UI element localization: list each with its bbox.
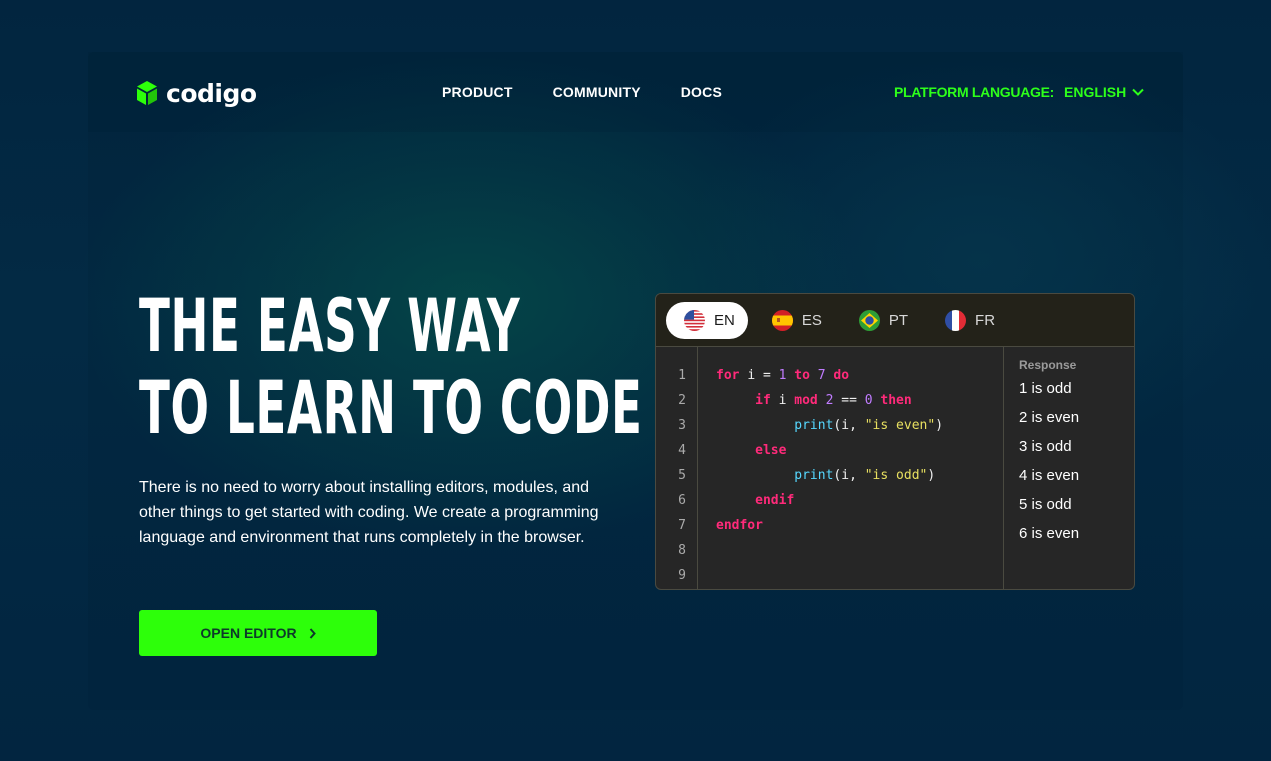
line-number: 5 — [678, 468, 686, 483]
code-line: print(i, "is even") — [794, 418, 944, 433]
code-line: else — [755, 443, 787, 458]
platform-language-label: PLATFORM LANGUAGE: — [894, 84, 1054, 100]
platform-language-dropdown[interactable]: ENGLISH — [1064, 84, 1144, 100]
hero-title-line-2: TO LEARN TO CODE — [139, 366, 643, 451]
us-flag-icon — [684, 309, 705, 331]
tab-pt-label: PT — [888, 311, 909, 329]
platform-language-value: ENGLISH — [1064, 84, 1127, 100]
code-line: endfor — [716, 518, 763, 533]
line-number: 9 — [678, 568, 686, 583]
response-line: 5 is odd — [1019, 496, 1072, 513]
line-number: 8 — [678, 543, 686, 558]
response-panel: Response 1 is odd 2 is even 3 is odd 4 i… — [1004, 347, 1134, 589]
nav-product[interactable]: PRODUCT — [442, 84, 513, 100]
chevron-down-icon — [1132, 88, 1144, 96]
tab-fr-label: FR — [975, 311, 996, 329]
brand-name: codigo — [166, 78, 257, 108]
tab-en[interactable]: EN — [666, 301, 748, 339]
code-area[interactable]: for i = 1 to 7 do if i mod 2 == 0 then p… — [698, 347, 1004, 589]
tab-es[interactable]: ES — [754, 302, 835, 339]
response-line: 1 is odd — [1019, 380, 1072, 397]
line-number: 7 — [678, 518, 686, 533]
code-line: print(i, "is odd") — [794, 468, 936, 483]
language-tabs: EN ES PT FR — [656, 294, 1134, 347]
code-editor: EN ES PT FR 1 2 3 4 5 6 7 8 9 for i = 1 … — [655, 293, 1135, 590]
response-line: 2 is even — [1019, 409, 1080, 426]
tab-es-label: ES — [801, 311, 822, 329]
hero-description: There is no need to worry about installi… — [139, 479, 599, 546]
hero-title: THE EASY WAY TO LEARN TO CODE — [139, 284, 643, 451]
tab-fr[interactable]: FR — [927, 302, 1008, 339]
line-number: 2 — [678, 393, 686, 408]
response-line: 3 is odd — [1019, 438, 1072, 455]
response-line: 4 is even — [1019, 467, 1080, 484]
nav-docs[interactable]: DOCS — [681, 84, 722, 100]
line-number: 1 — [678, 368, 686, 383]
nav-community[interactable]: COMMUNITY — [553, 84, 641, 100]
line-number-gutter: 1 2 3 4 5 6 7 8 9 — [656, 347, 698, 589]
code-line: for i = 1 to 7 do — [716, 368, 850, 383]
line-number: 4 — [678, 443, 686, 458]
spain-flag-icon — [771, 309, 793, 331]
tab-en-label: EN — [714, 311, 735, 329]
brazil-flag-icon — [858, 309, 880, 331]
main-nav: PRODUCT COMMUNITY DOCS — [442, 84, 722, 100]
code-line: endif — [755, 493, 795, 508]
editor-body: 1 2 3 4 5 6 7 8 9 for i = 1 to 7 do if i… — [656, 347, 1134, 589]
line-number: 6 — [678, 493, 686, 508]
code-line: if i mod 2 == 0 then — [755, 393, 912, 408]
response-title: Response — [1019, 358, 1077, 372]
tab-pt[interactable]: PT — [841, 302, 921, 339]
open-editor-button[interactable]: OPEN EDITOR — [139, 610, 377, 656]
response-line: 6 is even — [1019, 525, 1080, 542]
france-flag-icon — [945, 309, 967, 331]
chevron-right-icon — [309, 627, 316, 639]
open-editor-label: OPEN EDITOR — [200, 625, 297, 641]
platform-language-selector: PLATFORM LANGUAGE: ENGLISH — [894, 84, 1144, 100]
brand-logo[interactable]: codigo — [136, 78, 257, 108]
cube-icon — [136, 80, 158, 106]
line-number: 3 — [678, 418, 686, 433]
hero-title-line-1: THE EASY WAY — [139, 284, 521, 369]
